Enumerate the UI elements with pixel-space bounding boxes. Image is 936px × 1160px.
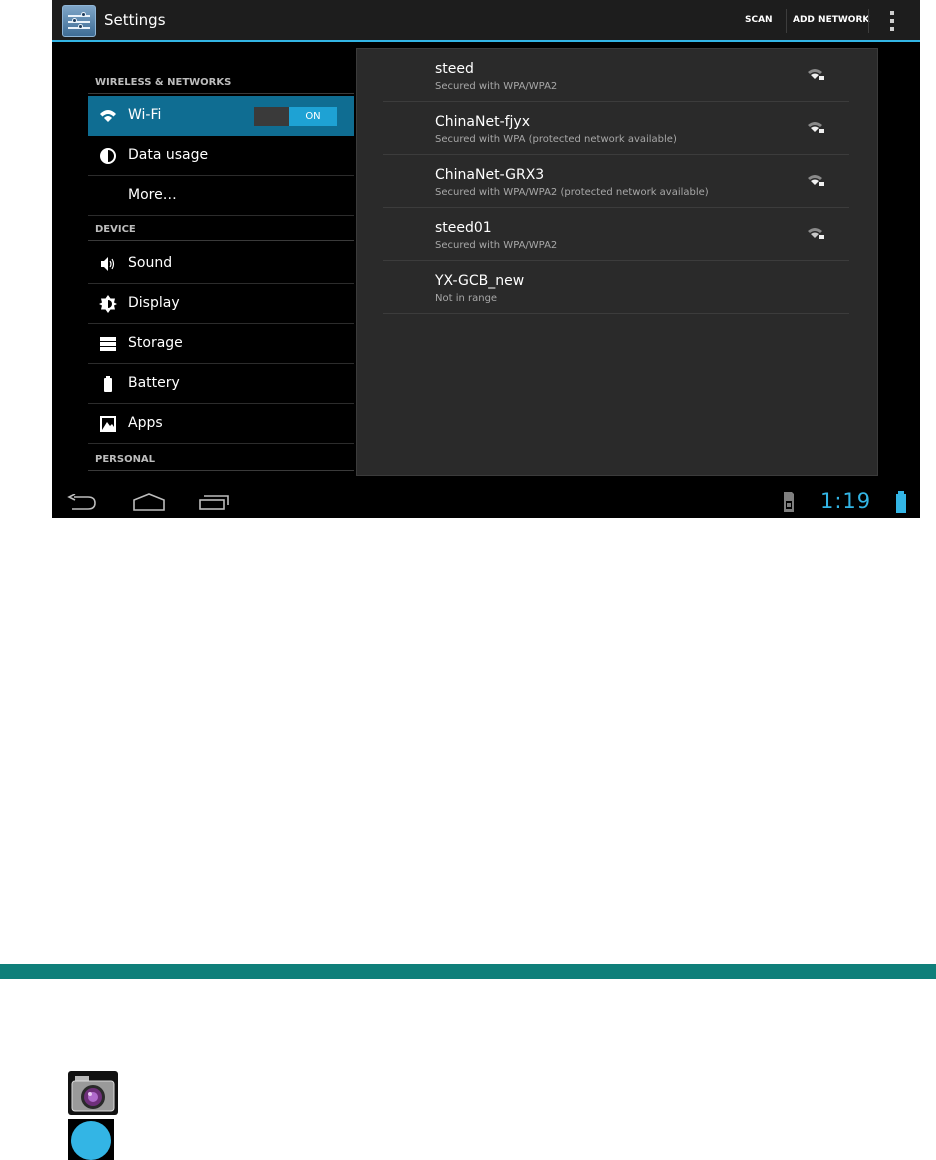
sd-card-icon <box>784 492 794 512</box>
sidebar-item-label: Wi-Fi <box>128 107 162 123</box>
navigation-bar: 1:19 <box>52 486 920 518</box>
network-item-yx-gcb-new[interactable]: YX-GCB_new Not in range <box>383 261 849 314</box>
page-title: Settings <box>104 11 166 29</box>
speaker-icon <box>101 257 115 271</box>
wifi-lock-icon <box>808 69 824 80</box>
back-icon[interactable] <box>66 494 98 512</box>
camera-icon <box>68 1071 118 1115</box>
network-name: ChinaNet-GRX3 <box>435 167 545 183</box>
network-name: ChinaNet-fjyx <box>435 114 531 130</box>
sidebar-item-display[interactable]: Display <box>88 284 354 324</box>
home-icon[interactable] <box>132 492 166 512</box>
apps-icon <box>100 416 116 432</box>
battery-status-icon <box>896 491 906 513</box>
recent-apps-icon[interactable] <box>198 493 230 511</box>
scan-button[interactable]: SCAN <box>745 15 773 25</box>
sidebar-item-label: Display <box>128 295 180 311</box>
sidebar-item-label: Data usage <box>128 147 209 163</box>
section-header-wireless: WIRELESS & NETWORKS <box>88 77 354 94</box>
network-name: YX-GCB_new <box>435 273 525 289</box>
tablet-screen: Settings SCAN ADD NETWORK WIRELESS & NET… <box>52 0 920 518</box>
toggle-on-label: ON <box>289 107 337 126</box>
sidebar-item-apps[interactable]: Apps <box>88 404 354 444</box>
sidebar-item-storage[interactable]: Storage <box>88 324 354 364</box>
section-header-device: DEVICE <box>88 224 354 241</box>
sidebar-item-battery[interactable]: Battery <box>88 364 354 404</box>
action-divider <box>786 9 787 33</box>
settings-app-icon[interactable] <box>62 5 96 37</box>
network-name: steed <box>435 61 474 77</box>
action-bar: Settings SCAN ADD NETWORK <box>52 0 920 42</box>
section-divider-band <box>0 964 936 979</box>
section-header-personal: PERSONAL <box>88 454 354 471</box>
wifi-lock-icon <box>808 122 824 133</box>
brightness-icon <box>99 295 117 313</box>
sidebar-item-label: Sound <box>128 255 173 271</box>
network-item-chinanet-fjyx[interactable]: ChinaNet-fjyx Secured with WPA (protecte… <box>383 102 849 155</box>
network-status: Secured with WPA/WPA2 <box>435 240 558 251</box>
battery-icon <box>104 376 112 392</box>
action-divider <box>868 9 869 33</box>
sidebar-item-label: More… <box>128 187 177 203</box>
network-status: Secured with WPA/WPA2 (protected network… <box>435 187 709 198</box>
sidebar-item-wifi[interactable]: Wi-Fi ON <box>88 96 354 136</box>
network-status: Not in range <box>435 293 498 304</box>
data-usage-icon <box>100 148 116 164</box>
blue-circle-icon <box>68 1119 114 1160</box>
sidebar-item-more[interactable]: More… <box>88 176 354 216</box>
network-item-steed01[interactable]: steed01 Secured with WPA/WPA2 <box>383 208 849 261</box>
sidebar-item-label: Storage <box>128 335 183 351</box>
wifi-toggle[interactable]: ON <box>254 107 337 126</box>
network-name: steed01 <box>435 220 492 236</box>
network-item-steed[interactable]: steed Secured with WPA/WPA2 <box>383 49 849 102</box>
sidebar-item-sound[interactable]: Sound <box>88 244 354 284</box>
overflow-menu-icon[interactable] <box>889 11 895 31</box>
wifi-network-list: steed Secured with WPA/WPA2 ChinaNet-fjy… <box>356 48 878 476</box>
wifi-lock-icon <box>808 175 824 186</box>
wifi-icon <box>100 110 116 122</box>
sidebar-item-label: Battery <box>128 375 180 391</box>
network-status: Secured with WPA (protected network avai… <box>435 134 677 145</box>
network-status: Secured with WPA/WPA2 <box>435 81 558 92</box>
sidebar-item-label: Apps <box>128 415 163 431</box>
add-network-button[interactable]: ADD NETWORK <box>793 15 869 25</box>
storage-icon <box>100 337 116 351</box>
wifi-lock-icon <box>808 228 824 239</box>
clock: 1:19 <box>820 489 872 513</box>
settings-list: WIRELESS & NETWORKS Wi-Fi ON Data usage … <box>88 44 354 474</box>
network-item-chinanet-grx3[interactable]: ChinaNet-GRX3 Secured with WPA/WPA2 (pro… <box>383 155 849 208</box>
sidebar-item-data-usage[interactable]: Data usage <box>88 136 354 176</box>
